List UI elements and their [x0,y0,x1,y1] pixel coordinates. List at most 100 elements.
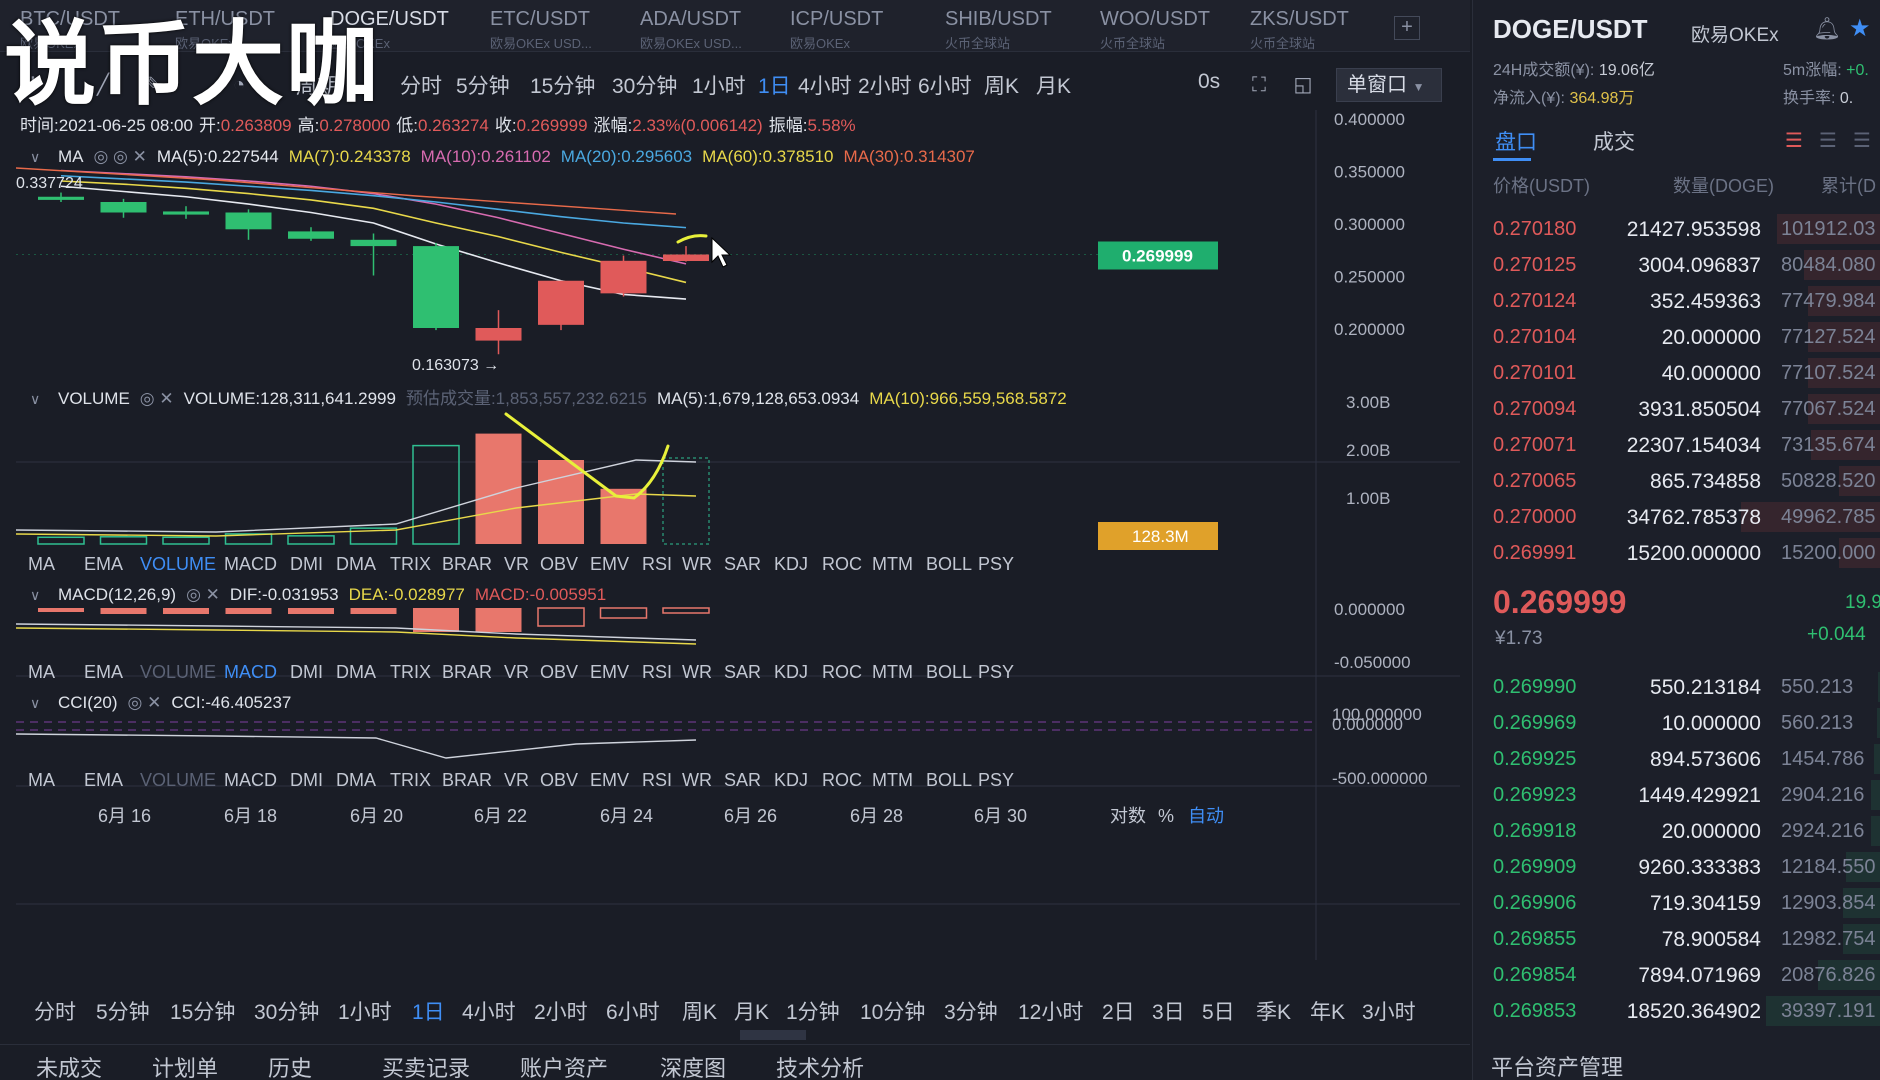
indicator-tab-dma[interactable]: DMA [336,662,376,682]
period-4[interactable]: 1小时 [692,70,746,100]
bottom-period-16[interactable]: 3日 [1152,996,1185,1026]
bottom-period-4[interactable]: 1小时 [338,996,392,1026]
screenshot-icon[interactable]: ◱ [1290,72,1316,98]
indicator-tab-ema[interactable]: EMA [84,770,123,790]
indicator-tab-emv[interactable]: EMV [590,662,629,682]
indicator-tab-obv[interactable]: OBV [540,554,578,574]
indicator-tab-volume[interactable]: VOLUME [140,770,216,790]
indicator-tab-trix[interactable]: TRIX [390,662,431,682]
bottom-period-6[interactable]: 4小时 [462,996,516,1026]
tab-etc-usdt[interactable]: ETC/USDT 欧易OKEx USD... [490,8,592,51]
indicator-tab-roc[interactable]: ROC [822,554,862,574]
indicator-tab-rsi[interactable]: RSI [642,554,672,574]
bottom-period-0[interactable]: 分时 [34,996,76,1026]
bid-row[interactable]: 0.269906 719.304159 12903.854 [1473,886,1880,920]
bottom-period-15[interactable]: 2日 [1102,996,1135,1026]
indicator-tab-kdj[interactable]: KDJ [774,554,808,574]
bid-row[interactable]: 0.269855 78.900584 12982.754 [1473,922,1880,956]
indicator-tab-brar[interactable]: BRAR [442,770,492,790]
indicator-tab-wr[interactable]: WR [682,770,712,790]
bottom-tab-3[interactable]: 买卖记录 [382,1051,470,1080]
book-view-bids-icon[interactable]: ☰ [1849,128,1875,154]
bid-row[interactable]: 0.269854 7894.071969 20876.826 [1473,958,1880,992]
indicator-tab-psy[interactable]: PSY [978,554,1014,574]
bottom-period-18[interactable]: 季K [1256,996,1291,1026]
indicator-tab-mtm[interactable]: MTM [872,770,913,790]
indicator-tab-rsi[interactable]: RSI [642,770,672,790]
indicator-tab-roc[interactable]: ROC [822,770,862,790]
indicator-tab-mtm[interactable]: MTM [872,554,913,574]
tab-zks-usdt[interactable]: ZKS/USDT 火币全球站 [1250,8,1349,51]
bottom-tab-1[interactable]: 计划单 [152,1051,218,1080]
tab-icp-usdt[interactable]: ICP/USDT 欧易OKEx [790,8,883,51]
bottom-tab-0[interactable]: 未成交 [36,1051,102,1080]
collapse-handle[interactable] [740,1030,806,1040]
indicator-tab-obv[interactable]: OBV [540,662,578,682]
star-icon[interactable]: ★ [1849,14,1871,43]
indicator-tab-kdj[interactable]: KDJ [774,662,808,682]
bottom-period-2[interactable]: 15分钟 [170,996,235,1026]
bottom-period-20[interactable]: 3小时 [1362,996,1416,1026]
indicator-tab-wr[interactable]: WR [682,662,712,682]
period-5[interactable]: 1日 [758,70,791,100]
indicator-tab-kdj[interactable]: KDJ [774,770,808,790]
tab-order-book[interactable]: 盘口 [1495,126,1537,156]
fullscreen-icon[interactable]: ⛶ [1246,72,1272,98]
period-7[interactable]: 2小时 [858,70,912,100]
indicator-tab-ma[interactable]: MA [28,770,55,790]
bottom-period-8[interactable]: 6小时 [606,996,660,1026]
indicator-tab-wr[interactable]: WR [682,554,712,574]
bottom-period-17[interactable]: 5日 [1202,996,1235,1026]
indicator-tab-emv[interactable]: EMV [590,770,629,790]
percent-scale-toggle[interactable]: % [1158,806,1174,826]
collapse-macd-icon[interactable]: ∨ [30,587,40,603]
indicator-tab-vr[interactable]: VR [504,770,529,790]
ask-row[interactable]: 0.270104 20.000000 77127.524 [1473,320,1880,354]
indicator-tab-dma[interactable]: DMA [336,554,376,574]
bottom-tab-6[interactable]: 技术分析 [776,1051,864,1080]
indicator-tab-sar[interactable]: SAR [724,554,761,574]
bottom-tab-2[interactable]: 历史 [268,1051,312,1080]
indicator-tab-macd[interactable]: MACD [224,662,277,682]
bottom-period-5[interactable]: 1日 [412,996,445,1026]
bottom-period-10[interactable]: 月K [734,996,769,1026]
asset-management-link[interactable]: 平台资产管理 [1491,1050,1623,1080]
period-6[interactable]: 4小时 [798,70,852,100]
indicator-tab-macd[interactable]: MACD [224,554,277,574]
tab-ada-usdt[interactable]: ADA/USDT 欧易OKEx USD... [640,8,742,51]
bell-icon[interactable]: 🔔︎ [1813,16,1841,42]
collapse-volume-icon[interactable]: ∨ [30,391,40,407]
ask-row[interactable]: 0.270094 3931.850504 77067.524 [1473,392,1880,426]
bottom-period-12[interactable]: 10分钟 [860,996,925,1026]
bottom-period-7[interactable]: 2小时 [534,996,588,1026]
chart-area[interactable]: 0.400000 0.350000 0.300000 0.250000 0.200000… [16,110,1460,960]
indicator-tab-rsi[interactable]: RSI [642,662,672,682]
period-3[interactable]: 30分钟 [612,70,677,100]
tab-woo-usdt[interactable]: WOO/USDT 火币全球站 [1100,8,1210,51]
indicator-tab-vr[interactable]: VR [504,554,529,574]
bottom-period-11[interactable]: 1分钟 [786,996,840,1026]
bid-row[interactable]: 0.269853 18520.364902 39397.191 [1473,994,1880,1028]
indicator-tab-ma[interactable]: MA [28,554,55,574]
log-scale-toggle[interactable]: 对数 [1110,806,1146,826]
period-2[interactable]: 15分钟 [530,70,595,100]
period-9[interactable]: 周K [984,70,1019,100]
indicator-tab-vr[interactable]: VR [504,662,529,682]
indicator-tab-macd[interactable]: MACD [224,770,277,790]
book-view-asks-icon[interactable]: ☰ [1815,128,1841,154]
bid-row[interactable]: 0.269925 894.573606 1454.786 [1473,742,1880,776]
bid-row[interactable]: 0.269923 1449.429921 2904.216 [1473,778,1880,812]
ask-row[interactable]: 0.270124 352.459363 77479.984 [1473,284,1880,318]
indicator-tab-brar[interactable]: BRAR [442,554,492,574]
bottom-period-9[interactable]: 周K [682,996,717,1026]
bid-row[interactable]: 0.269909 9260.333383 12184.550 [1473,850,1880,884]
ask-row[interactable]: 0.270101 40.000000 77107.524 [1473,356,1880,390]
ask-row[interactable]: 0.270125 3004.096837 80484.080 [1473,248,1880,282]
indicator-tab-volume[interactable]: VOLUME [140,662,216,682]
period-0[interactable]: 分时 [400,70,442,100]
period-10[interactable]: 月K [1036,70,1071,100]
bottom-period-1[interactable]: 5分钟 [96,996,150,1026]
bid-row[interactable]: 0.269918 20.000000 2924.216 [1473,814,1880,848]
bottom-tab-4[interactable]: 账户资产 [520,1051,608,1080]
indicator-tab-dmi[interactable]: DMI [290,554,323,574]
